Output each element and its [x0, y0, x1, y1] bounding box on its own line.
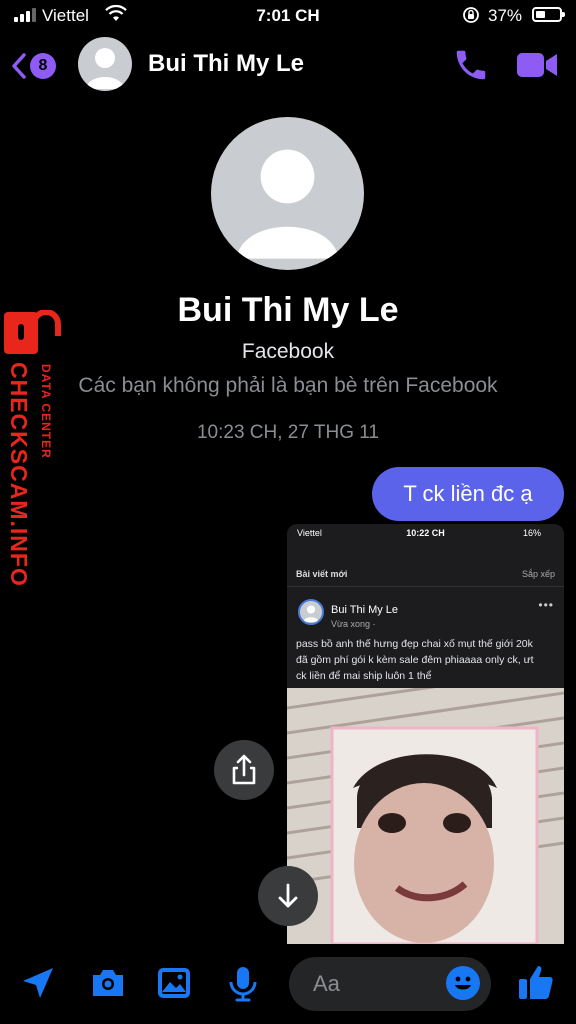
- screenshot-battery: 16%: [523, 528, 542, 538]
- video-camera-icon: [517, 53, 557, 77]
- message-timestamp: 10:23 CH, 27 THG 11: [196, 422, 379, 443]
- rotation-lock-icon: [462, 6, 480, 29]
- share-icon: [232, 754, 256, 785]
- padlock-icon: [4, 309, 61, 354]
- unread-badge: 8: [30, 53, 56, 79]
- like-button[interactable]: [516, 962, 556, 1007]
- screenshot-sort-label: Sắp xếp: [521, 569, 555, 579]
- photo-icon: [158, 968, 190, 998]
- voice-call-button[interactable]: [452, 46, 490, 84]
- shared-screenshot-image[interactable]: Viettel 10:22 CH 16% Bài viết mới Sắp xế…: [287, 524, 564, 944]
- sent-message-bubble[interactable]: T ck liền đc ạ: [372, 467, 564, 521]
- back-button[interactable]: 8: [10, 46, 66, 86]
- chevron-left-icon: [12, 53, 26, 79]
- screenshot-post-text: pass bồ anh thế hưng đẹp chai xố mụt thế…: [296, 638, 534, 682]
- watermark-subtitle: DATA CENTER: [39, 364, 53, 459]
- avatar[interactable]: [78, 37, 132, 91]
- voice-record-button[interactable]: [226, 965, 260, 1008]
- video-call-button[interactable]: [515, 48, 559, 82]
- conversation-title[interactable]: Bui Thi My Le: [148, 50, 304, 78]
- emoji-button[interactable]: [446, 966, 480, 1000]
- camera-button[interactable]: [89, 965, 127, 1006]
- more-options-icon: •••: [538, 598, 554, 612]
- status-bar: Viettel 7:01 CH 37%: [0, 0, 576, 32]
- battery-icon: [532, 7, 565, 22]
- screenshot-section-title: Bài viết mới: [296, 569, 348, 579]
- profile-avatar[interactable]: [211, 117, 364, 270]
- share-button[interactable]: [214, 740, 274, 800]
- smiley-icon: [455, 976, 471, 990]
- screenshot-status-bar: Viettel 10:22 CH 16%: [287, 524, 564, 542]
- screenshot-post-photo: [287, 688, 564, 944]
- gallery-button[interactable]: [156, 965, 192, 1006]
- default-avatar-icon: [236, 149, 339, 259]
- profile-source: Facebook: [241, 340, 335, 363]
- watermark-text: CHECKSCAM.INFO DATA CENTER: [5, 362, 53, 592]
- default-avatar-icon: [86, 48, 124, 89]
- watermark-brand: CHECKSCAM.INFO: [6, 362, 32, 587]
- message-input-placeholder: Aa: [313, 971, 340, 996]
- phone-icon: [456, 50, 486, 80]
- navigation-arrow-icon: [23, 968, 53, 998]
- screenshot-section-header: Bài viết mới Sắp xếp: [287, 558, 564, 587]
- arrow-down-icon: [278, 883, 298, 908]
- battery-percent: 37%: [488, 6, 523, 25]
- friendship-status: Các bạn không phải là bạn bè trên Facebo…: [78, 374, 498, 397]
- screenshot-post-avatar: [298, 599, 324, 625]
- screenshot-post-author: Bui Thi My Le: [331, 604, 399, 616]
- location-button[interactable]: [20, 965, 56, 1006]
- camera-icon: [93, 970, 123, 996]
- message-text: T ck liền đc ạ: [403, 481, 533, 506]
- profile-name: Bui Thi My Le: [177, 291, 399, 329]
- microphone-icon: [229, 967, 257, 1002]
- screenshot-post-time: Vừa xong ·: [331, 619, 376, 629]
- thumbs-up-icon: [519, 966, 553, 999]
- scroll-to-bottom-button[interactable]: [258, 866, 318, 926]
